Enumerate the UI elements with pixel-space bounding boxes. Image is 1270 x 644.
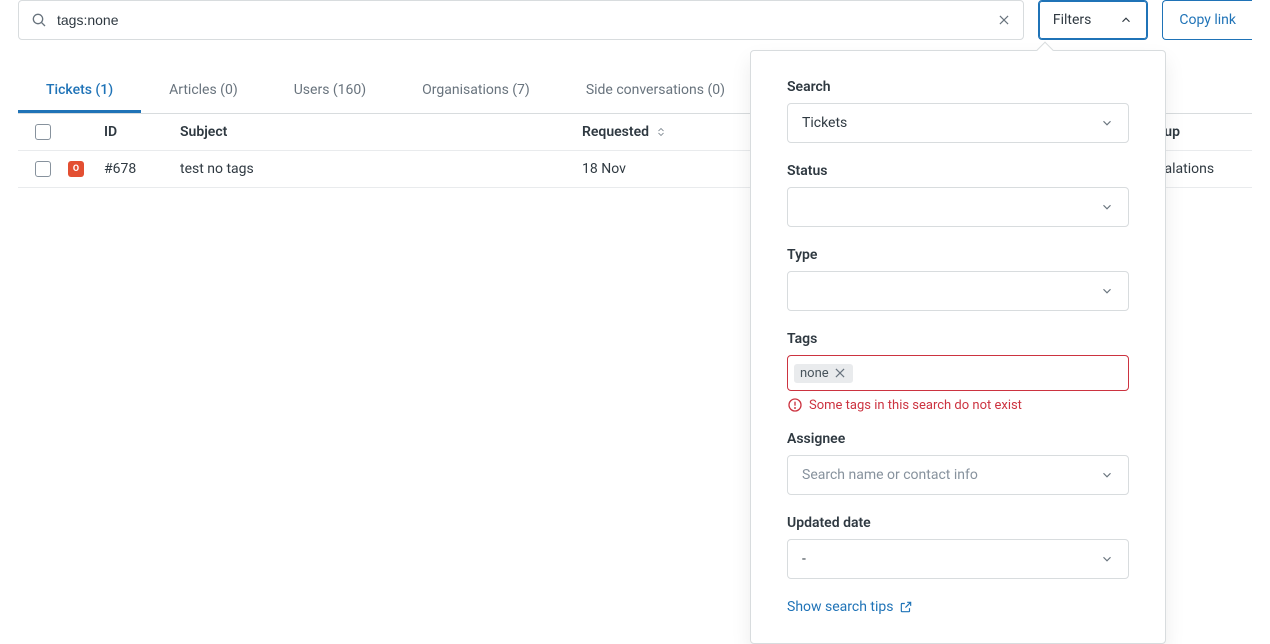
search-tips-link[interactable]: Show search tips: [787, 599, 913, 615]
search-field[interactable]: [18, 0, 1024, 40]
chevron-down-icon: [1100, 200, 1114, 214]
copy-link-label: Copy link: [1179, 12, 1236, 28]
panel-arrow: [1037, 42, 1054, 59]
tags-input[interactable]: none: [787, 355, 1129, 391]
search-tips-label: Show search tips: [787, 599, 893, 615]
assignee-select[interactable]: Search name or contact info: [787, 455, 1129, 495]
tags-error-text: Some tags in this search do not exist: [809, 398, 1022, 413]
x-icon: [997, 13, 1011, 27]
alert-icon: [787, 397, 803, 413]
chevron-down-icon: [1100, 468, 1114, 482]
col-id[interactable]: ID: [104, 124, 180, 140]
search-icon: [31, 12, 47, 28]
filters-button[interactable]: Filters: [1038, 0, 1149, 40]
chevron-down-icon: [1100, 552, 1114, 566]
label-status: Status: [787, 163, 1129, 179]
chevron-down-icon: [1100, 116, 1114, 130]
clear-search-button[interactable]: [997, 13, 1011, 27]
label-type: Type: [787, 247, 1129, 263]
label-assignee: Assignee: [787, 431, 1129, 447]
chevron-down-icon: [1100, 284, 1114, 298]
tab-articles[interactable]: Articles (0): [141, 72, 266, 113]
status-badge: O: [68, 161, 84, 177]
assignee-placeholder: Search name or contact info: [802, 467, 978, 483]
tab-tickets[interactable]: Tickets (1): [18, 72, 141, 113]
cell-subject: test no tags: [180, 161, 582, 177]
external-link-icon: [899, 600, 913, 614]
label-tags: Tags: [787, 331, 1129, 347]
chevron-up-icon: [1119, 13, 1133, 27]
select-all-checkbox[interactable]: [35, 124, 51, 140]
filters-panel: Search Tickets Status Type Tags none Som…: [750, 50, 1166, 644]
remove-tag-icon[interactable]: [833, 366, 847, 380]
tab-side-conversations[interactable]: Side conversations (0): [558, 72, 753, 113]
copy-link-button[interactable]: Copy link: [1162, 0, 1252, 40]
row-checkbox[interactable]: [35, 161, 51, 177]
tab-users[interactable]: Users (160): [266, 72, 394, 113]
tab-organisations[interactable]: Organisations (7): [394, 72, 558, 113]
label-search: Search: [787, 79, 1129, 95]
cell-id: #678: [104, 161, 180, 177]
cell-requested: 18 Nov: [582, 161, 742, 177]
tag-chip[interactable]: none: [794, 364, 853, 383]
updated-date-select[interactable]: -: [787, 539, 1129, 579]
col-requested-label: Requested: [582, 124, 649, 140]
type-select[interactable]: [787, 271, 1129, 311]
tags-error: Some tags in this search do not exist: [787, 397, 1129, 413]
updated-date-value: -: [802, 551, 806, 567]
search-scope-value: Tickets: [802, 115, 847, 131]
col-requested[interactable]: Requested: [582, 124, 742, 140]
tag-chip-label: none: [800, 366, 829, 381]
filters-label: Filters: [1053, 12, 1092, 28]
status-select[interactable]: [787, 187, 1129, 227]
search-scope-select[interactable]: Tickets: [787, 103, 1129, 143]
sort-icon: [655, 126, 667, 138]
search-input[interactable]: [57, 12, 997, 28]
col-subject[interactable]: Subject: [180, 124, 582, 140]
label-updated: Updated date: [787, 515, 1129, 531]
